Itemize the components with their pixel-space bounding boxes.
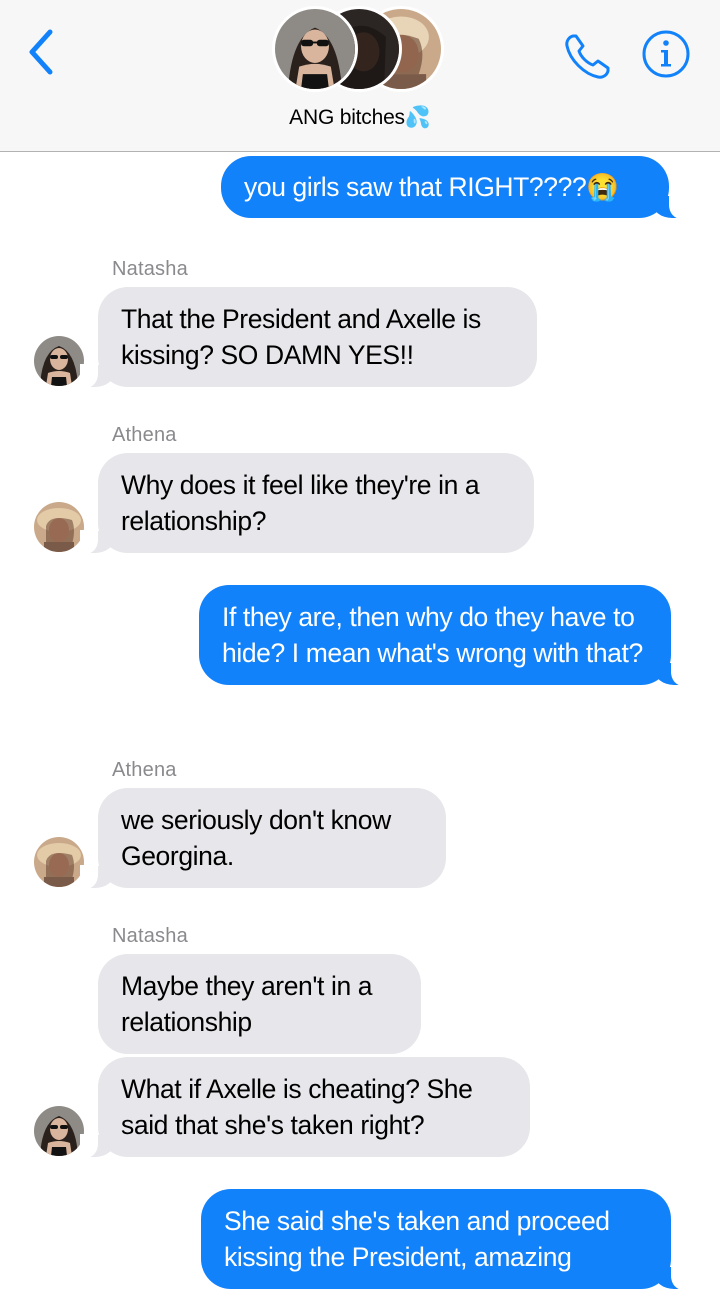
avatar[interactable] [34,502,84,552]
sender-name: Athena [112,424,177,446]
message-text: What if Axelle is cheating? She said tha… [121,1074,473,1140]
group-avatar-natasha [272,6,358,92]
message-incoming[interactable]: That the President and Axelle is kissing… [80,287,537,388]
avatar[interactable] [34,837,84,887]
chevron-left-icon [29,29,53,75]
group-name[interactable]: ANG bitches💦 [0,106,720,130]
message-incoming[interactable]: Why does it feel like they're in a relat… [80,453,534,554]
message-text: If they are, then why do they have to hi… [222,602,643,668]
phone-icon [565,34,610,79]
message-incoming[interactable]: What if Axelle is cheating? She said tha… [80,1057,530,1158]
message-text: you girls saw that RIGHT????😭 [244,172,619,202]
sender-name: Athena [112,759,177,781]
message-text: Maybe they aren't in a relationship [121,971,373,1037]
message-incoming[interactable]: Maybe they aren't in a relationship [98,954,421,1054]
message-incoming[interactable]: we seriously don't know Georgina. [80,788,446,889]
sender-name: Natasha [112,258,188,280]
call-button[interactable] [560,28,616,84]
avatar[interactable] [34,336,84,386]
message-text: She said she's taken and proceed kissing… [224,1206,610,1272]
message-text: Why does it feel like they're in a relat… [121,470,480,536]
back-button[interactable] [20,22,70,82]
group-avatar-stack[interactable] [272,6,448,96]
message-text: we seriously don't know Georgina. [121,805,391,871]
avatar[interactable] [34,1106,84,1156]
info-button[interactable] [640,28,692,80]
message-outgoing[interactable]: If they are, then why do they have to hi… [199,585,689,686]
conversation-header: ANG bitches💦 [0,0,720,152]
message-text: That the President and Axelle is kissing… [121,304,481,370]
info-icon [642,30,690,78]
message-outgoing[interactable]: She said she's taken and proceed kissing… [201,1189,689,1290]
message-outgoing[interactable]: you girls saw that RIGHT????😭 [221,156,687,219]
sender-name: Natasha [112,925,188,947]
